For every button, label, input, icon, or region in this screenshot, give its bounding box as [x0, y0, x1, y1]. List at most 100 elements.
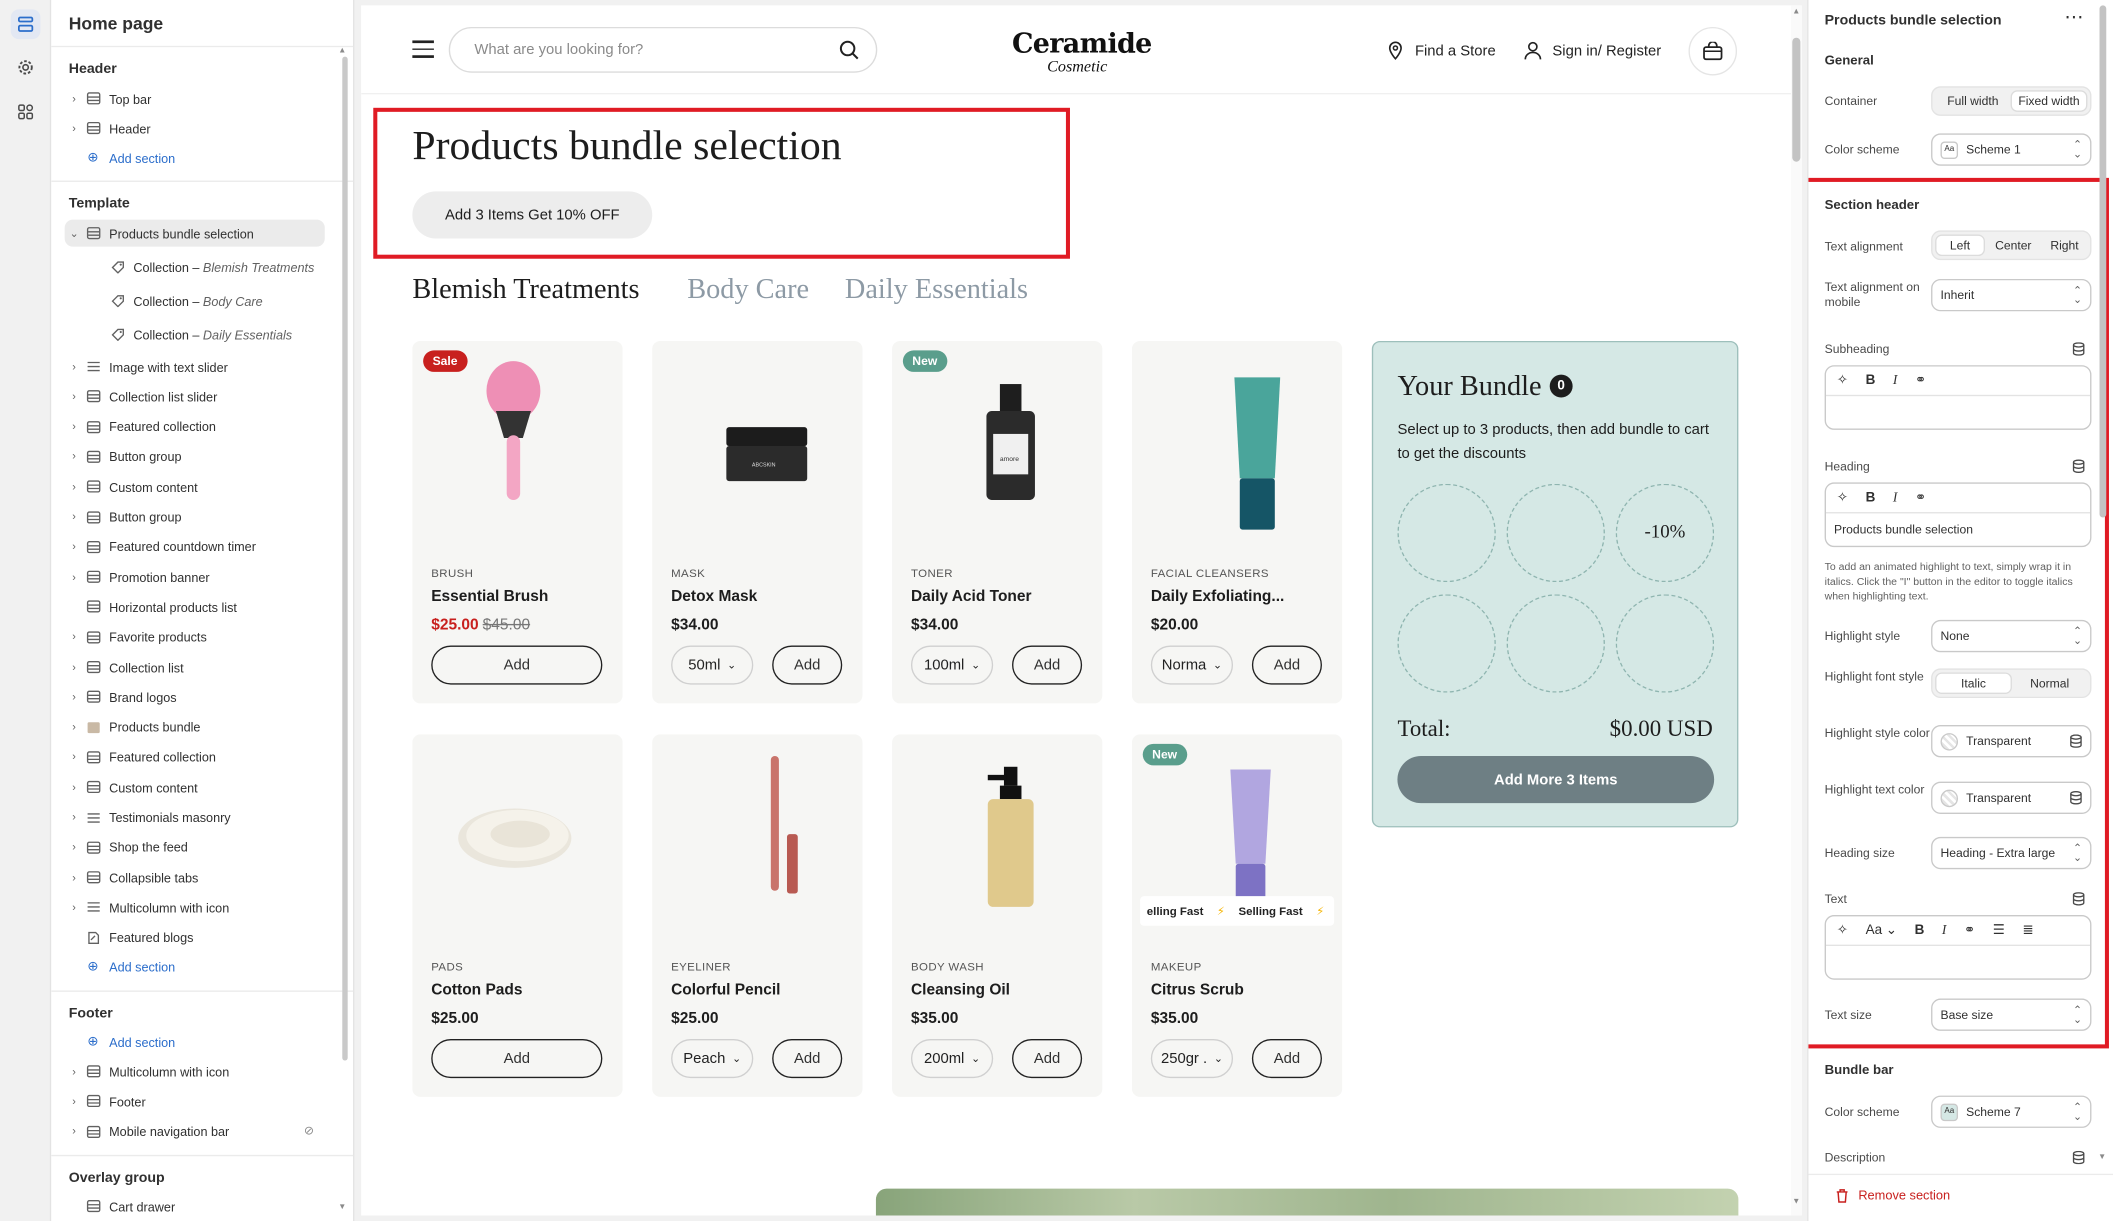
apps-icon[interactable] — [11, 97, 41, 127]
scroll-down-icon[interactable]: ▼ — [338, 1203, 346, 1211]
preview-scrollbar[interactable] — [1790, 5, 1802, 1216]
bold-icon[interactable]: B — [1866, 491, 1876, 506]
highlight-style-select[interactable]: None ⌃ ⌄ — [1931, 619, 2092, 653]
chevron-right-icon[interactable]: › — [65, 691, 84, 703]
gear-icon[interactable] — [11, 53, 41, 83]
settings-scroll-down-icon[interactable]: ▼ — [2098, 1154, 2106, 1162]
preview-scroll-down-icon[interactable]: ▼ — [1792, 1198, 1800, 1206]
product-card[interactable]: EYELINER Colorful Pencil $25.00 Peach ⌄ Add — [652, 734, 863, 1097]
chevron-right-icon[interactable]: › — [65, 421, 84, 433]
chevron-right-icon[interactable]: › — [65, 481, 84, 493]
left-scrollbar[interactable] — [342, 56, 348, 1061]
product-image[interactable] — [1224, 371, 1291, 539]
add-to-bundle-button[interactable]: Add — [1012, 1038, 1083, 1079]
dynamic-source-icon[interactable] — [2072, 1150, 2085, 1165]
link-icon[interactable]: ⚭ — [1964, 923, 1975, 938]
product-card[interactable]: ABCSKIN MASK Detox Mask $34.00 50ml ⌄ Add — [652, 340, 863, 704]
text-alignment-toggle[interactable]: Left Center Right — [1931, 230, 2092, 261]
add-to-bundle-button[interactable]: Add — [772, 645, 843, 685]
menu-icon[interactable] — [412, 40, 434, 59]
chevron-right-icon[interactable]: › — [65, 1065, 84, 1077]
search-icon[interactable] — [838, 39, 860, 61]
highlight-text-color-picker[interactable]: Transparent — [1931, 781, 2092, 814]
preview-scroll-thumb[interactable] — [1792, 37, 1801, 162]
color-scheme-select[interactable]: Aa Scheme 1 ⌃ ⌄ — [1931, 133, 2092, 166]
section-item-multicolumn-with-icon[interactable]: › Multicolumn with icon — [65, 1058, 325, 1085]
tab-blemish-treatments[interactable]: Blemish Treatments — [412, 272, 639, 306]
italic-icon[interactable]: I — [1942, 923, 1947, 938]
section-item-collection-list-slider[interactable]: › Collection list slider — [65, 383, 325, 410]
chevron-right-icon[interactable]: › — [65, 1095, 84, 1107]
remove-section-button[interactable]: Remove section — [1835, 1189, 1950, 1203]
variant-select[interactable]: 250gr . ⌄ — [1150, 1038, 1234, 1079]
container-toggle[interactable]: Full width Fixed width — [1931, 86, 2092, 116]
chevron-right-icon[interactable]: › — [65, 571, 84, 583]
add-section-template[interactable]: ⊕ Add section — [65, 953, 325, 980]
dynamic-source-icon[interactable] — [2072, 459, 2085, 474]
search-input[interactable]: What are you looking for? — [448, 26, 878, 73]
dynamic-source-icon[interactable] — [2070, 791, 2082, 805]
block-item-collection-blemish-treatments[interactable]: Collection – Blemish Treatments — [89, 253, 325, 280]
numbered-list-icon[interactable]: ≣ — [2022, 923, 2033, 938]
product-name[interactable]: Citrus Scrub — [1151, 982, 1244, 998]
scroll-up-icon[interactable]: ▲ — [338, 47, 346, 55]
chevron-right-icon[interactable]: › — [65, 541, 84, 553]
product-image[interactable]: ABCSKIN — [720, 411, 814, 499]
product-card[interactable]: Sale BRUSH Essential Brush $25.00 $45.00 Add — [412, 340, 623, 704]
chevron-down-icon[interactable]: ⌄ — [65, 227, 84, 239]
chevron-right-icon[interactable]: › — [65, 122, 84, 134]
sections-icon[interactable] — [10, 9, 41, 40]
product-name[interactable]: Cotton Pads — [431, 982, 522, 998]
section-item-cart-drawer[interactable]: Cart drawer — [65, 1193, 325, 1220]
dynamic-source-icon[interactable] — [2070, 734, 2082, 748]
bold-icon[interactable]: B — [1866, 373, 1876, 388]
product-card[interactable]: amore New TONER Daily Acid Toner $34.00 100ml… — [892, 340, 1103, 704]
section-item-footer[interactable]: › Footer — [65, 1088, 325, 1115]
align-left[interactable]: Left — [1935, 234, 1985, 257]
block-item-collection-body-care[interactable]: Collection – Body Care — [89, 287, 325, 314]
product-name[interactable]: Essential Brush — [431, 589, 548, 605]
product-card[interactable]: Newelling Fast⚡Selling Fast⚡SeMAKEUPCitr… — [1131, 734, 1343, 1097]
section-item-featured-collection[interactable]: › Featured collection — [65, 744, 325, 771]
text-size-select[interactable]: Base size ⌃ ⌄ — [1931, 998, 2092, 1031]
product-name[interactable]: Colorful Pencil — [671, 982, 780, 998]
section-item-multicolumn-with-icon[interactable]: › Multicolumn with icon — [65, 894, 325, 921]
hidden-eye-icon[interactable]: ⊘ — [304, 1124, 314, 1139]
sign-in-link[interactable]: Sign in/ Register — [1523, 40, 1661, 60]
chevron-right-icon[interactable]: › — [65, 841, 84, 853]
magic-icon[interactable]: ✧ — [1837, 373, 1848, 388]
store-logo[interactable]: Ceramide — [1012, 27, 1152, 59]
chevron-right-icon[interactable]: › — [65, 391, 84, 403]
product-card[interactable]: PADS Cotton Pads $25.00 Add — [412, 734, 623, 1097]
add-to-bundle-button[interactable]: Add — [1251, 1038, 1322, 1079]
product-image[interactable] — [466, 357, 560, 512]
section-item-header[interactable]: › Header — [65, 115, 325, 142]
section-item-products-bundle-selection[interactable]: ⌄ Products bundle selection — [64, 219, 325, 247]
section-item-shop-the-feed[interactable]: › Shop the feed — [65, 834, 325, 861]
highlight-font-toggle[interactable]: Italic Normal — [1931, 668, 2092, 699]
text-input[interactable] — [1826, 946, 2090, 978]
chevron-right-icon[interactable]: › — [65, 92, 84, 104]
product-image[interactable]: amore — [970, 377, 1051, 518]
variant-select[interactable]: 200ml ⌄ — [910, 1038, 994, 1079]
chevron-right-icon[interactable]: › — [65, 511, 84, 523]
product-image[interactable] — [450, 798, 585, 886]
product-name[interactable]: Daily Acid Toner — [911, 589, 1032, 605]
chevron-right-icon[interactable]: › — [65, 631, 84, 643]
add-bundle-button[interactable]: Add More 3 Items — [1397, 755, 1715, 804]
section-item-featured-blogs[interactable]: Featured blogs — [65, 924, 325, 951]
text-alignment-mobile-select[interactable]: Inherit ⌃ ⌄ — [1931, 278, 2092, 312]
italic-icon[interactable]: I — [1893, 491, 1898, 506]
section-item-favorite-products[interactable]: › Favorite products — [65, 624, 325, 651]
bullet-list-icon[interactable]: ☰ — [1993, 923, 2005, 938]
add-section-header[interactable]: ⊕ Add section — [65, 144, 325, 171]
magic-icon[interactable]: ✧ — [1837, 923, 1848, 938]
product-card[interactable]: BODY WASH Cleansing Oil $35.00 200ml ⌄ Add — [892, 734, 1103, 1097]
section-item-button-group[interactable]: › Button group — [65, 503, 325, 530]
product-image[interactable] — [977, 764, 1044, 919]
section-item-custom-content[interactable]: › Custom content — [65, 473, 325, 500]
product-card[interactable]: FACIAL CLEANSERS Daily Exfoliating... $20.… — [1131, 340, 1343, 704]
link-icon[interactable]: ⚭ — [1915, 373, 1926, 388]
settings-scrollbar[interactable] — [2099, 5, 2107, 518]
chevron-right-icon[interactable]: › — [65, 901, 84, 913]
